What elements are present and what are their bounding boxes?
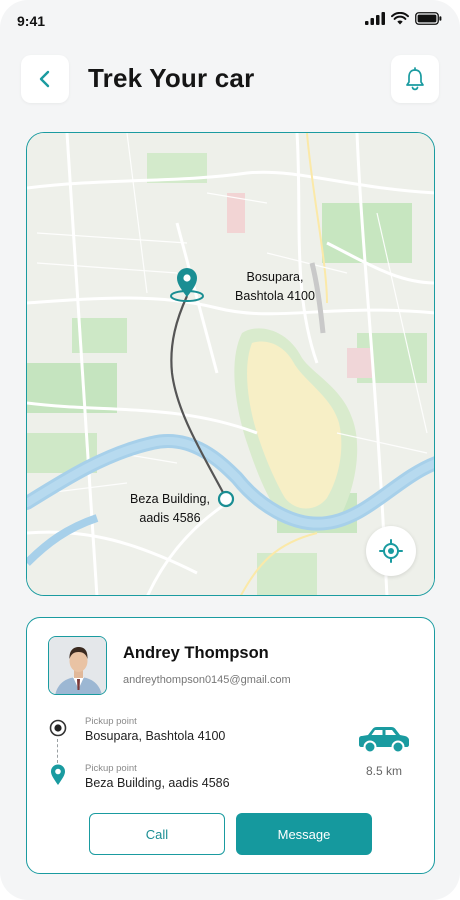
status-icons — [365, 12, 442, 25]
crosshair-icon — [379, 539, 403, 563]
drop-caption: Pickup point — [85, 763, 137, 774]
message-button[interactable]: Message — [236, 813, 372, 855]
driver-name: Andrey Thompson — [123, 644, 269, 662]
pickup-map-label: Bosupara, Bashtola 4100 — [235, 270, 315, 303]
pickup-caption: Pickup point — [85, 716, 137, 727]
trip-distance: 8.5 km — [365, 764, 402, 778]
battery-icon — [415, 12, 442, 25]
drop-address: Beza Building, aadis 4586 — [85, 776, 230, 790]
wifi-icon — [391, 12, 409, 25]
map-background — [27, 133, 434, 595]
pickup-address: Bosupara, Bashtola 4100 — [85, 729, 226, 743]
drop-map-label: Beza Building, aadis 4586 — [130, 492, 210, 525]
drop-pin-icon — [47, 764, 69, 786]
car-icon — [359, 727, 409, 754]
phone-screen: 9:41 Trek Your car Bosupara, Bashtola 41… — [0, 0, 460, 900]
driver-info-card: Andrey Thompson andreythompson0145@gmail… — [26, 617, 435, 874]
map-view[interactable]: Bosupara, Bashtola 4100 Beza Building, a… — [26, 132, 435, 596]
bell-icon — [406, 67, 424, 91]
call-button[interactable]: Call — [89, 813, 225, 855]
locate-me-button[interactable] — [366, 526, 416, 576]
signal-icon — [365, 12, 385, 25]
status-time: 9:41 — [17, 13, 46, 29]
route-connector — [57, 739, 58, 763]
driver-email: andreythompson0145@gmail.com — [123, 674, 291, 686]
chevron-left-icon — [39, 70, 50, 88]
avatar — [48, 636, 107, 695]
notification-button[interactable] — [391, 55, 439, 103]
page-title: Trek Your car — [88, 63, 255, 93]
driver-photo — [49, 637, 106, 694]
pickup-marker-icon — [47, 717, 69, 739]
back-button[interactable] — [21, 55, 69, 103]
